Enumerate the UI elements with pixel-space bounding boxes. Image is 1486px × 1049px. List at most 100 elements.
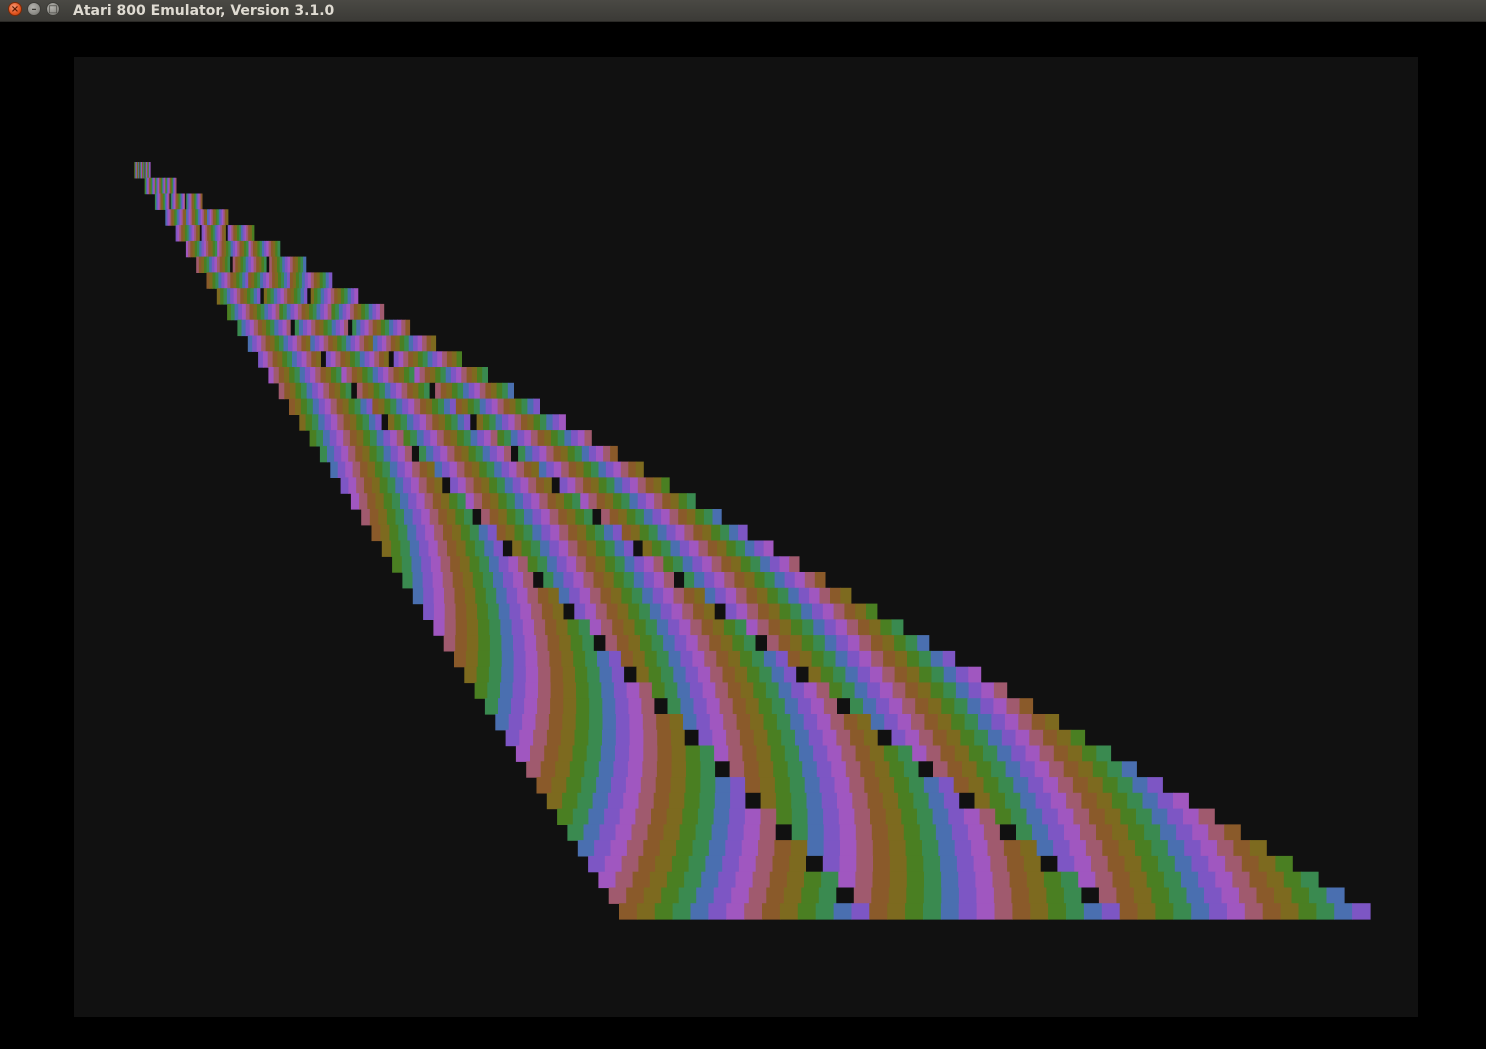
pattern-cell bbox=[1283, 871, 1302, 889]
pattern-cell bbox=[226, 209, 229, 226]
close-icon[interactable]: × bbox=[8, 2, 22, 16]
pattern-cell bbox=[1158, 855, 1176, 873]
pattern-cell bbox=[550, 698, 564, 715]
pattern-cell bbox=[689, 540, 699, 557]
pattern-cell bbox=[1023, 855, 1042, 873]
pattern-cell bbox=[397, 319, 402, 337]
pattern-cell bbox=[857, 666, 871, 684]
pattern-cell bbox=[1006, 698, 1021, 715]
pattern-cell bbox=[922, 840, 939, 857]
pattern-cell bbox=[855, 824, 873, 841]
pattern-cell bbox=[383, 367, 389, 384]
pattern-cell bbox=[917, 682, 932, 699]
pattern-cell bbox=[515, 509, 525, 526]
pattern-cell bbox=[770, 745, 786, 762]
pattern-cell bbox=[743, 635, 756, 652]
pattern-cell bbox=[604, 808, 621, 825]
pattern-cell bbox=[587, 666, 601, 684]
pattern-cell bbox=[895, 650, 908, 668]
pattern-cell bbox=[339, 319, 345, 337]
pattern-cell bbox=[710, 666, 724, 684]
pattern-cell bbox=[466, 603, 478, 620]
pattern-cell bbox=[621, 493, 631, 510]
pattern-cell bbox=[789, 855, 807, 873]
pattern-cell bbox=[1069, 840, 1087, 857]
pattern-cell bbox=[867, 792, 884, 810]
pattern-cell bbox=[473, 493, 483, 510]
pattern-cell bbox=[426, 335, 432, 352]
pattern-cell bbox=[1083, 903, 1103, 920]
pattern-cell bbox=[698, 540, 709, 557]
pattern-cell bbox=[686, 509, 696, 526]
pattern-cell bbox=[594, 840, 612, 857]
maximize-icon[interactable]: □ bbox=[46, 2, 60, 16]
pattern-cell bbox=[478, 635, 491, 652]
pattern-cell bbox=[718, 871, 736, 889]
pattern-cell bbox=[522, 619, 535, 636]
pattern-cell bbox=[350, 303, 355, 321]
pattern-cell bbox=[1020, 792, 1037, 810]
pattern-cell bbox=[525, 445, 533, 463]
pattern-cell bbox=[830, 587, 841, 605]
pattern-cell bbox=[579, 587, 591, 605]
pattern-cell bbox=[511, 698, 525, 715]
pattern-cell bbox=[230, 303, 236, 321]
pattern-cell bbox=[566, 509, 576, 526]
pattern-cell bbox=[806, 792, 823, 810]
pattern-cell bbox=[538, 682, 552, 699]
pattern-cell bbox=[1028, 777, 1044, 794]
pattern-cell bbox=[935, 824, 953, 841]
pattern-cell bbox=[763, 650, 777, 668]
pattern-cell bbox=[726, 540, 737, 557]
pattern-cell bbox=[390, 445, 399, 463]
pattern-cell bbox=[983, 777, 999, 794]
pattern-cell bbox=[912, 745, 927, 762]
pattern-cell bbox=[905, 682, 919, 699]
pattern-cell bbox=[455, 509, 465, 526]
pattern-cell bbox=[408, 335, 414, 352]
pattern-cell bbox=[485, 587, 497, 605]
pattern-cell bbox=[584, 509, 594, 526]
pattern-cell bbox=[493, 572, 504, 589]
emulator-screen[interactable] bbox=[74, 57, 1418, 1017]
pattern-cell bbox=[739, 729, 755, 747]
pattern-cell bbox=[351, 367, 358, 384]
pattern-cell bbox=[613, 493, 622, 510]
pattern-cell bbox=[1124, 855, 1142, 873]
pattern-cell bbox=[444, 398, 451, 415]
pattern-cell bbox=[1225, 855, 1243, 873]
pattern-cell bbox=[278, 382, 285, 400]
pattern-cell bbox=[621, 524, 632, 542]
pattern-cell bbox=[971, 840, 989, 857]
pattern-cell bbox=[1049, 761, 1065, 778]
minimize-icon[interactable]: – bbox=[27, 2, 41, 16]
pattern-cell bbox=[482, 493, 491, 510]
pattern-cell bbox=[249, 319, 255, 337]
pattern-cell bbox=[787, 761, 803, 778]
pattern-cell bbox=[758, 761, 774, 778]
pattern-cell bbox=[1043, 777, 1059, 794]
pattern-cell bbox=[282, 351, 288, 368]
pattern-cell bbox=[940, 903, 960, 920]
pattern-cell bbox=[514, 524, 524, 542]
pattern-cell bbox=[821, 792, 838, 810]
pattern-cell bbox=[577, 524, 587, 542]
pattern-cell bbox=[978, 714, 992, 731]
pattern-cell bbox=[432, 493, 442, 510]
pattern-cell bbox=[356, 414, 364, 431]
pattern-cell bbox=[286, 319, 292, 337]
pattern-cell bbox=[713, 808, 730, 825]
pattern-cell bbox=[432, 351, 438, 368]
pattern-cell bbox=[1181, 871, 1199, 889]
pattern-cell bbox=[833, 603, 845, 620]
pattern-cell bbox=[1155, 903, 1174, 920]
title-bar[interactable]: × – □ Atari 800 Emulator, Version 3.1.0 bbox=[0, 0, 1486, 22]
pattern-cell bbox=[504, 477, 514, 494]
pattern-cell bbox=[412, 382, 419, 400]
pattern-cell bbox=[1274, 887, 1293, 904]
pattern-cell bbox=[683, 587, 695, 605]
pattern-cell bbox=[759, 666, 773, 684]
pattern-cell bbox=[617, 603, 629, 620]
pattern-cell bbox=[837, 698, 851, 715]
pattern-cell bbox=[1026, 808, 1043, 825]
